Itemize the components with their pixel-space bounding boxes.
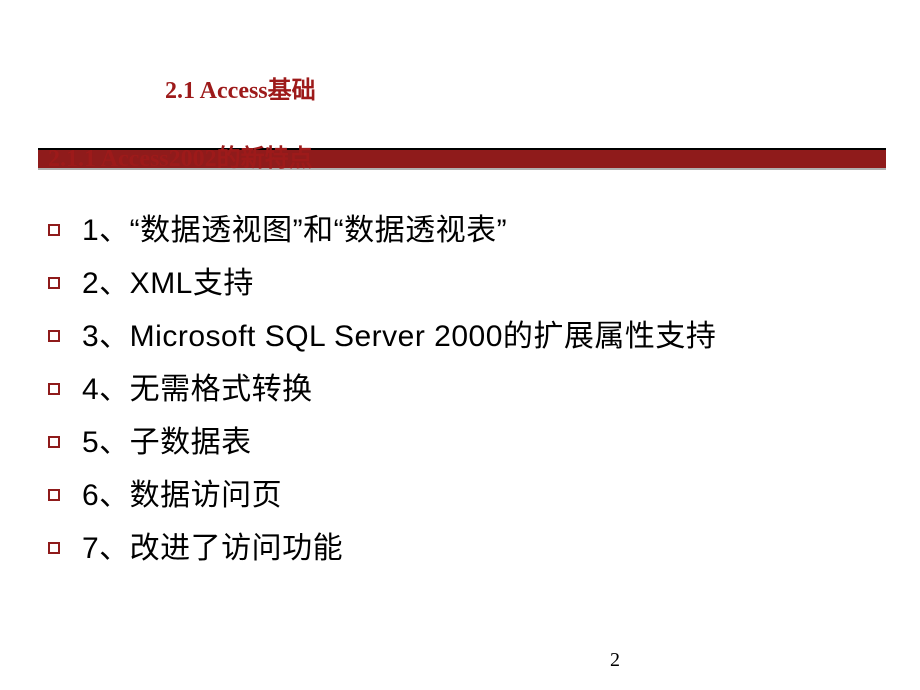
list-item-text: 2、XML支持 [82,261,254,306]
bullet-icon [48,383,60,395]
list-item: 3、Microsoft SQL Server 2000的扩展属性支持 [48,314,872,359]
bullet-icon [48,277,60,289]
bullet-icon [48,330,60,342]
section-title: 2.1 Access基础 [165,70,316,105]
list-item-text: 4、无需格式转换 [82,367,313,412]
bullet-icon [48,436,60,448]
list-item-text: 6、数据访问页 [82,473,282,518]
list-item: 7、改进了访问功能 [48,526,872,571]
list-item: 4、无需格式转换 [48,367,872,412]
list-item-text: 3、Microsoft SQL Server 2000的扩展属性支持 [82,314,716,359]
list-item-text: 7、改进了访问功能 [82,526,343,571]
list-item: 2、XML支持 [48,261,872,306]
list-item-text: 5、子数据表 [82,420,252,465]
list-item-text: 1、“数据透视图”和“数据透视表” [82,208,507,253]
subsection-title: 2.1.1 Access2002的新特点 [48,138,313,173]
bullet-icon [48,224,60,236]
bullet-icon [48,542,60,554]
page-number: 2 [610,649,620,672]
list-item: 5、子数据表 [48,420,872,465]
bullet-icon [48,489,60,501]
list-item: 1、“数据透视图”和“数据透视表” [48,208,872,253]
bullet-list: 1、“数据透视图”和“数据透视表” 2、XML支持 3、Microsoft SQ… [48,208,872,579]
list-item: 6、数据访问页 [48,473,872,518]
